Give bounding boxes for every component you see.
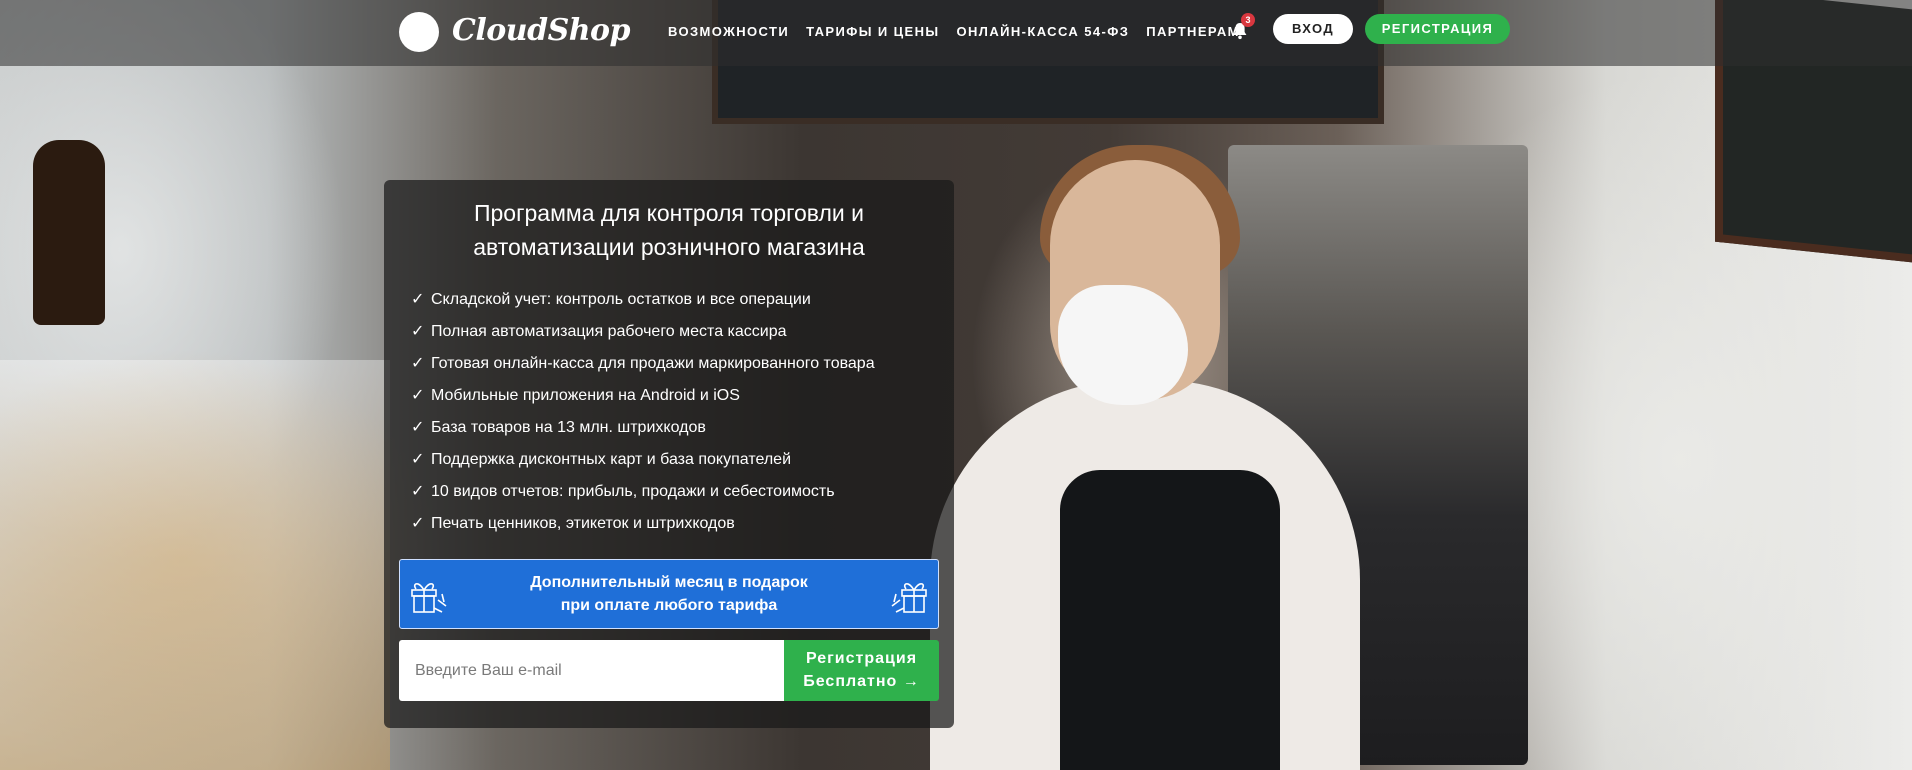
check-icon: ✓ [411,387,425,404]
hero-panel: Программа для контроля торговли и автома… [384,180,954,728]
check-icon: ✓ [411,355,425,372]
promo-banner[interactable]: Дополнительный месяц в подарок при оплат… [399,559,939,629]
hero-title-line-1: Программа для контроля торговли и [473,200,864,226]
register-free-button[interactable]: Регистрация Бесплатно → [784,640,939,701]
register-free-line-2: Бесплатно → [803,673,920,690]
hero-title-line-2: автоматизации розничного магазина [473,234,865,260]
feature-text: 10 видов отчетов: прибыль, продажи и себ… [431,483,835,500]
logo-mark[interactable] [399,12,439,52]
feature-item: ✓ Полная автоматизация рабочего места кас… [411,316,875,348]
nav-link-online-kassa[interactable]: ОНЛАЙН-КАССА 54-ФЗ [957,22,1130,42]
feature-text: Складской учет: контроль остатков и все … [431,291,811,308]
feature-list: ✓ Складской учет: контроль остатков и все… [411,284,875,540]
bottle [33,140,105,325]
nav-link-features[interactable]: ВОЗМОЖНОСТИ [668,22,789,42]
feature-text: Полная автоматизация рабочего места касс… [431,323,787,340]
nav-link-partners[interactable]: ПАРТНЕРАМ [1146,22,1240,42]
nav-menu: ВОЗМОЖНОСТИ ТАРИФЫ И ЦЕНЫ ОНЛАЙН-КАССА 5… [668,22,1257,42]
check-icon: ✓ [411,419,425,436]
promo-text: Дополнительный месяц в подарок при оплат… [400,571,938,617]
background-photo [0,0,1912,770]
register-button[interactable]: РЕГИСТРАЦИЯ [1365,14,1510,44]
pastry-case [0,360,390,770]
logo-text[interactable]: CloudShop [452,12,631,50]
check-icon: ✓ [411,515,425,532]
check-icon: ✓ [411,323,425,340]
check-icon: ✓ [411,451,425,468]
nav-link-pricing[interactable]: ТАРИФЫ И ЦЕНЫ [806,22,939,42]
feature-item: ✓ Складской учет: контроль остатков и все… [411,284,875,316]
email-input[interactable] [399,640,784,701]
feature-text: Поддержка дисконтных карт и база покупат… [431,451,791,468]
check-icon: ✓ [411,291,425,308]
feature-item: ✓ 10 видов отчетов: прибыль, продажи и се… [411,476,875,508]
hero-section: CloudShop ВОЗМОЖНОСТИ ТАРИФЫ И ЦЕНЫ ОНЛА… [0,0,1912,770]
feature-text: База товаров на 13 млн. штрихкодов [431,419,706,436]
feature-item: ✓ Мобильные приложения на Android и iOS [411,380,875,412]
register-free-line-1: Регистрация [805,650,918,667]
feature-item: ✓ База товаров на 13 млн. штрихкодов [411,412,875,444]
promo-line-1: Дополнительный месяц в подарок [530,574,808,591]
feature-item: ✓ Печать ценников, этикеток и штрихкодов [411,508,875,540]
hero-title: Программа для контроля торговли и автома… [384,196,954,264]
check-icon: ✓ [411,483,425,500]
feature-item: ✓ Готовая онлайн-касса для продажи маркир… [411,348,875,380]
feature-text: Мобильные приложения на Android и iOS [431,387,740,404]
feature-text: Печать ценников, этикеток и штрихкодов [431,515,735,532]
gift-icon [891,583,927,613]
feature-item: ✓ Поддержка дисконтных карт и база покупа… [411,444,875,476]
promo-line-2: при оплате любого тарифа [560,597,778,614]
person-apron [1060,470,1280,770]
notification-badge: 3 [1241,13,1255,27]
feature-text: Готовая онлайн-касса для продажи маркиро… [431,355,875,372]
top-navbar: CloudShop ВОЗМОЖНОСТИ ТАРИФЫ И ЦЕНЫ ОНЛА… [0,0,1912,66]
login-button[interactable]: ВХОД [1273,14,1353,44]
face-mask [1058,285,1188,405]
